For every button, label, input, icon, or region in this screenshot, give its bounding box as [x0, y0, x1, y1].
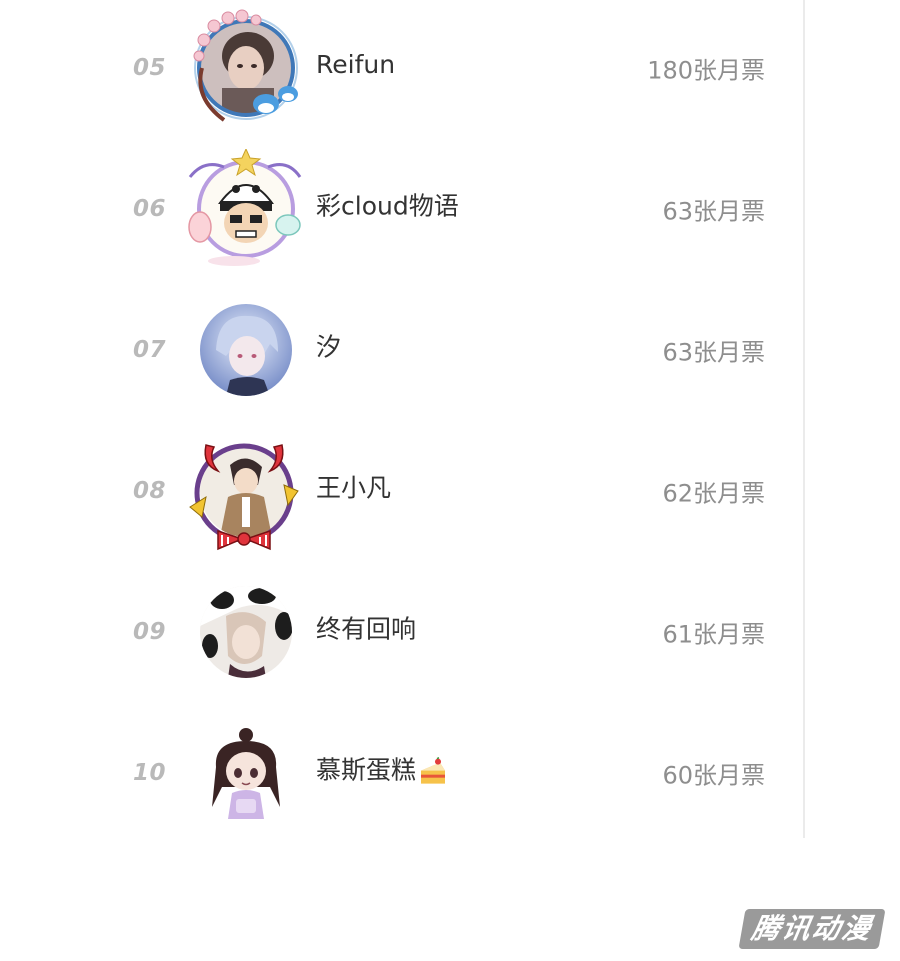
- anime-boy-avatar-icon: [200, 304, 292, 396]
- user-avatar[interactable]: [184, 290, 304, 410]
- user-avatar[interactable]: [184, 149, 304, 269]
- right-divider: [803, 0, 805, 838]
- rank-number: 08: [133, 478, 167, 504]
- ranking-row[interactable]: 10 慕斯蛋糕 60张月票: [0, 713, 803, 833]
- photo-avatar-icon: [200, 22, 292, 114]
- vote-count: 180张月票: [647, 56, 765, 85]
- chibi-girl-avatar-icon: [200, 727, 292, 819]
- cow-print-anime-avatar-icon: [200, 586, 292, 678]
- ranking-row[interactable]: 09 终有回响 61张月票: [0, 572, 803, 692]
- cake-icon: [421, 757, 446, 784]
- ranking-row[interactable]: 05 Reifun 180张月票: [0, 8, 803, 128]
- rank-number: 05: [133, 55, 167, 81]
- rank-number: 07: [133, 337, 167, 363]
- vote-count: 61张月票: [662, 620, 765, 649]
- user-name[interactable]: 终有回响: [316, 610, 416, 646]
- user-name[interactable]: 汐: [316, 328, 341, 364]
- user-avatar[interactable]: [184, 572, 304, 692]
- user-name[interactable]: Reifun: [316, 50, 395, 79]
- rank-number: 06: [133, 196, 167, 222]
- tencent-comics-watermark: 腾讯动漫: [738, 909, 886, 949]
- user-name-text: 慕斯蛋糕: [316, 755, 417, 785]
- watermark-text: 腾讯动漫: [738, 909, 886, 949]
- rank-number: 10: [133, 760, 167, 786]
- vote-count: 62张月票: [662, 479, 765, 508]
- ranking-row[interactable]: 07 汐 63张月票: [0, 290, 803, 410]
- cartoon-panda-hat-avatar-icon: [200, 163, 292, 255]
- vote-count: 63张月票: [662, 338, 765, 367]
- ranking-row[interactable]: 08 王小凡 62张月票: [0, 431, 803, 551]
- user-name[interactable]: 王小凡: [316, 469, 391, 505]
- ranking-list: 05 Reifun 180张月票 06 彩cloud物语 63张月票 07 汐 …: [0, 0, 803, 838]
- user-name[interactable]: 彩cloud物语: [316, 187, 459, 223]
- rank-number: 09: [133, 619, 167, 645]
- vote-count: 63张月票: [662, 197, 765, 226]
- user-avatar[interactable]: [184, 713, 304, 833]
- user-name[interactable]: 慕斯蛋糕: [316, 751, 448, 787]
- user-avatar[interactable]: [184, 431, 304, 551]
- user-avatar[interactable]: [184, 8, 304, 128]
- vote-count: 60张月票: [662, 761, 765, 790]
- ranking-row[interactable]: 06 彩cloud物语 63张月票: [0, 149, 803, 269]
- anime-character-avatar-icon: [200, 445, 292, 537]
